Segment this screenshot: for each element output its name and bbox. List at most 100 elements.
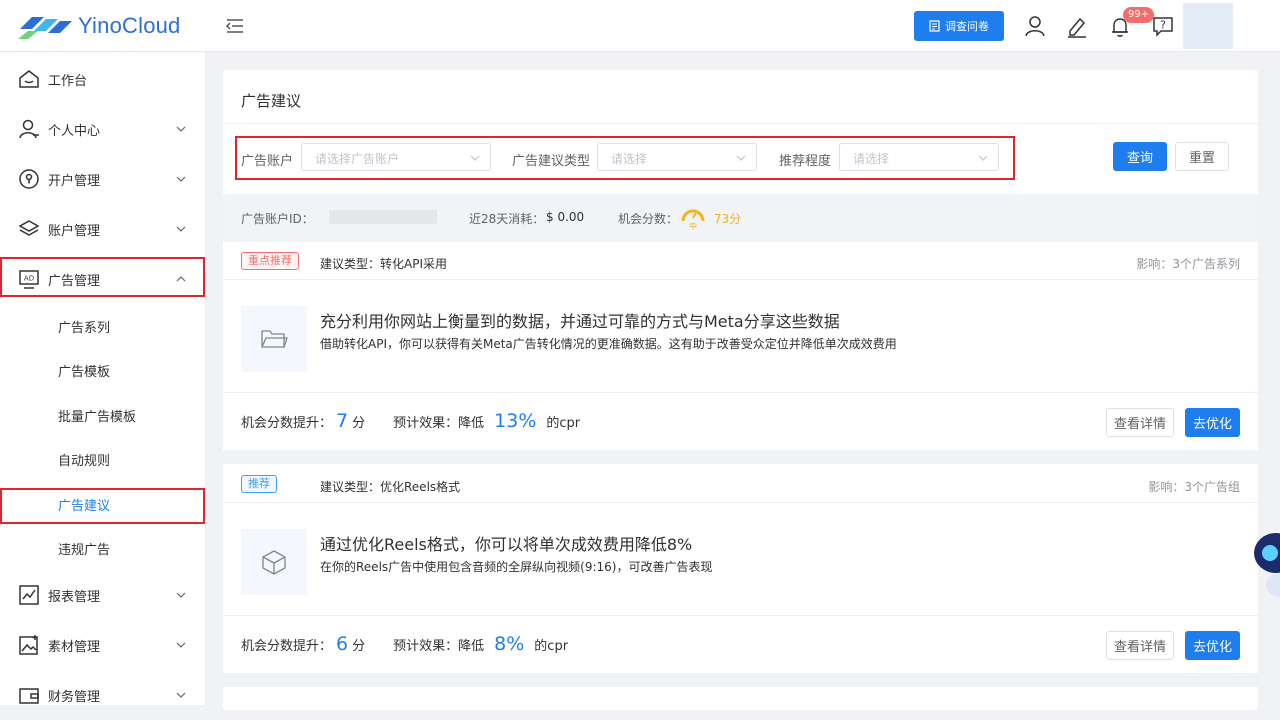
sidebar-sub-label: 自动规则 xyxy=(58,453,111,469)
edit-icon[interactable] xyxy=(1065,14,1089,38)
suggestion-headline: 充分利用你网站上衡量到的数据，并通过可靠的方式与Meta分享这些数据 xyxy=(320,312,840,331)
sidebar-item-label: 账户管理 xyxy=(48,223,101,239)
suggestion-thumbnail xyxy=(241,529,307,595)
sidebar-item-reports[interactable]: 报表管理 xyxy=(0,570,206,620)
page-title: 广告建议 xyxy=(241,92,302,110)
type-select-placeholder: 请选择 xyxy=(611,152,648,166)
score-gain-label: 机会分数提升： xyxy=(241,639,333,654)
suggestion-thumbnail xyxy=(241,306,307,372)
effect-label: 预计效果：降低 xyxy=(393,416,485,431)
sidebar-sub-auto-rules[interactable]: 自动规则 xyxy=(0,437,206,481)
sidebar-item-label: 财务管理 xyxy=(48,689,101,705)
top-header: YinoCloud 调查问卷 99+ ? xyxy=(0,0,1280,52)
sidebar-sub-suggestions[interactable]: 广告建议 xyxy=(0,482,206,526)
sidebar-item-accounts[interactable]: 账户管理 xyxy=(0,204,206,254)
suggestion-metrics: 机会分数提升： 7 分 预计效果：降低 13% 的cpr xyxy=(241,410,580,432)
ad-icon: AD xyxy=(19,270,39,289)
priority-tag: 推荐 xyxy=(241,475,277,493)
level-filter-label: 推荐程度 xyxy=(779,154,832,169)
effect-unit: 的cpr xyxy=(546,416,581,431)
suggestion-metrics: 机会分数提升： 6 分 预计效果：降低 8% 的cpr xyxy=(241,633,568,655)
document-icon xyxy=(929,20,940,32)
divider xyxy=(223,123,1258,124)
sidebar-sub-batch-templates[interactable]: 批量广告模板 xyxy=(0,393,206,437)
svg-text:AD: AD xyxy=(24,275,34,283)
user-icon[interactable] xyxy=(1023,14,1047,38)
account-select-placeholder: 请选择广告账户 xyxy=(315,152,400,166)
suggestion-impact: 影响：3个广告组 xyxy=(1148,480,1240,494)
sidebar-item-finance[interactable]: 财务管理 xyxy=(0,670,206,720)
assistant-robot-icon[interactable] xyxy=(1246,525,1280,605)
suggestion-description: 在你的Reels广告中使用包含音频的全屏纵向视频(9:16)，可改善广告表现 xyxy=(320,560,713,574)
score-label: 机会分数： xyxy=(618,212,679,226)
sidebar-item-label: 报表管理 xyxy=(48,589,101,605)
sidebar-sub-label: 广告建议 xyxy=(58,498,111,514)
optimize-button[interactable]: 去优化 xyxy=(1185,631,1240,660)
sidebar-sub-violations[interactable]: 违规广告 xyxy=(0,526,206,570)
divider xyxy=(223,392,1258,393)
effect-label: 预计效果：降低 xyxy=(393,639,485,654)
score-gain-value: 6 xyxy=(336,633,349,655)
spend-label: 近28天消耗： xyxy=(469,212,545,226)
sidebar-item-ads[interactable]: AD 广告管理 xyxy=(0,254,206,304)
sidebar: 工作台 个人中心 开户管理 账户管理 AD 广告管理 广告系列 广告模板 批量广… xyxy=(0,52,206,705)
account-id-masked xyxy=(329,210,437,224)
sidebar-item-workbench[interactable]: 工作台 xyxy=(0,54,206,104)
cube-icon xyxy=(262,550,286,575)
gauge-icon: 中 xyxy=(681,209,705,231)
person-icon xyxy=(19,119,39,139)
chevron-down-icon xyxy=(176,226,186,232)
suggestion-impact: 影响：3个广告系列 xyxy=(1136,257,1240,271)
view-details-button[interactable]: 查看详情 xyxy=(1106,408,1174,437)
type-filter-label: 广告建议类型 xyxy=(512,154,591,169)
suggestion-type-select[interactable]: 请选择 xyxy=(597,143,757,171)
effect-unit: 的cpr xyxy=(534,639,569,654)
account-select[interactable]: 请选择广告账户 xyxy=(301,143,491,171)
score-gain-unit: 分 xyxy=(352,639,366,654)
sidebar-sub-label: 批量广告模板 xyxy=(58,409,137,425)
chevron-down-icon xyxy=(470,155,480,161)
divider xyxy=(223,502,1258,503)
avatar[interactable] xyxy=(1183,3,1233,49)
brand-logo[interactable]: YinoCloud xyxy=(14,8,204,44)
notification-badge: 99+ xyxy=(1123,7,1155,23)
score-gain-value: 7 xyxy=(336,410,349,432)
help-icon[interactable]: ? xyxy=(1151,14,1175,38)
suggestion-card: 重点推荐 建议类型：转化API采用 影响：3个广告系列 充分利用你网站上衡量到的… xyxy=(223,242,1258,464)
sidebar-item-account-opening[interactable]: 开户管理 xyxy=(0,154,206,204)
chevron-down-icon xyxy=(978,155,988,161)
score-value: 73分 xyxy=(714,212,742,226)
reset-button[interactable]: 重置 xyxy=(1175,142,1229,171)
sidebar-sub-campaigns[interactable]: 广告系列 xyxy=(0,304,206,348)
chevron-down-icon xyxy=(176,592,186,598)
sidebar-item-label: 广告管理 xyxy=(48,273,101,289)
survey-button[interactable]: 调查问卷 xyxy=(914,11,1004,41)
chevron-down-icon xyxy=(736,155,746,161)
priority-tag: 重点推荐 xyxy=(241,252,299,270)
divider xyxy=(223,615,1258,616)
logo-mark-icon xyxy=(18,17,72,39)
sidebar-item-materials[interactable]: 素材管理 xyxy=(0,620,206,670)
score-level: 中 xyxy=(689,221,697,231)
menu-collapse-icon[interactable] xyxy=(225,16,245,36)
recommend-level-select[interactable]: 请选择 xyxy=(839,143,999,171)
svg-text:?: ? xyxy=(1160,19,1166,32)
query-button[interactable]: 查询 xyxy=(1113,142,1167,171)
sidebar-item-personal[interactable]: 个人中心 xyxy=(0,104,206,154)
view-details-button[interactable]: 查看详情 xyxy=(1106,631,1174,660)
sidebar-item-label: 工作台 xyxy=(48,73,88,89)
card-gap xyxy=(223,673,1258,687)
sidebar-sub-templates[interactable]: 广告模板 xyxy=(0,348,206,392)
card-gap xyxy=(223,450,1258,464)
optimize-button[interactable]: 去优化 xyxy=(1185,408,1240,437)
suggestion-type: 建议类型：转化API采用 xyxy=(320,257,447,271)
divider xyxy=(223,279,1258,280)
level-select-placeholder: 请选择 xyxy=(853,152,890,166)
account-filter-label: 广告账户 xyxy=(241,154,294,169)
folder-icon xyxy=(261,330,288,348)
account-id-label: 广告账户ID： xyxy=(241,212,314,226)
chevron-down-icon xyxy=(176,176,186,182)
suggestion-description: 借助转化API，你可以获得有关Meta广告转化情况的更准确数据。这有助于改善受众… xyxy=(320,337,897,351)
chevron-down-icon xyxy=(176,126,186,132)
chevron-down-icon xyxy=(176,642,186,648)
